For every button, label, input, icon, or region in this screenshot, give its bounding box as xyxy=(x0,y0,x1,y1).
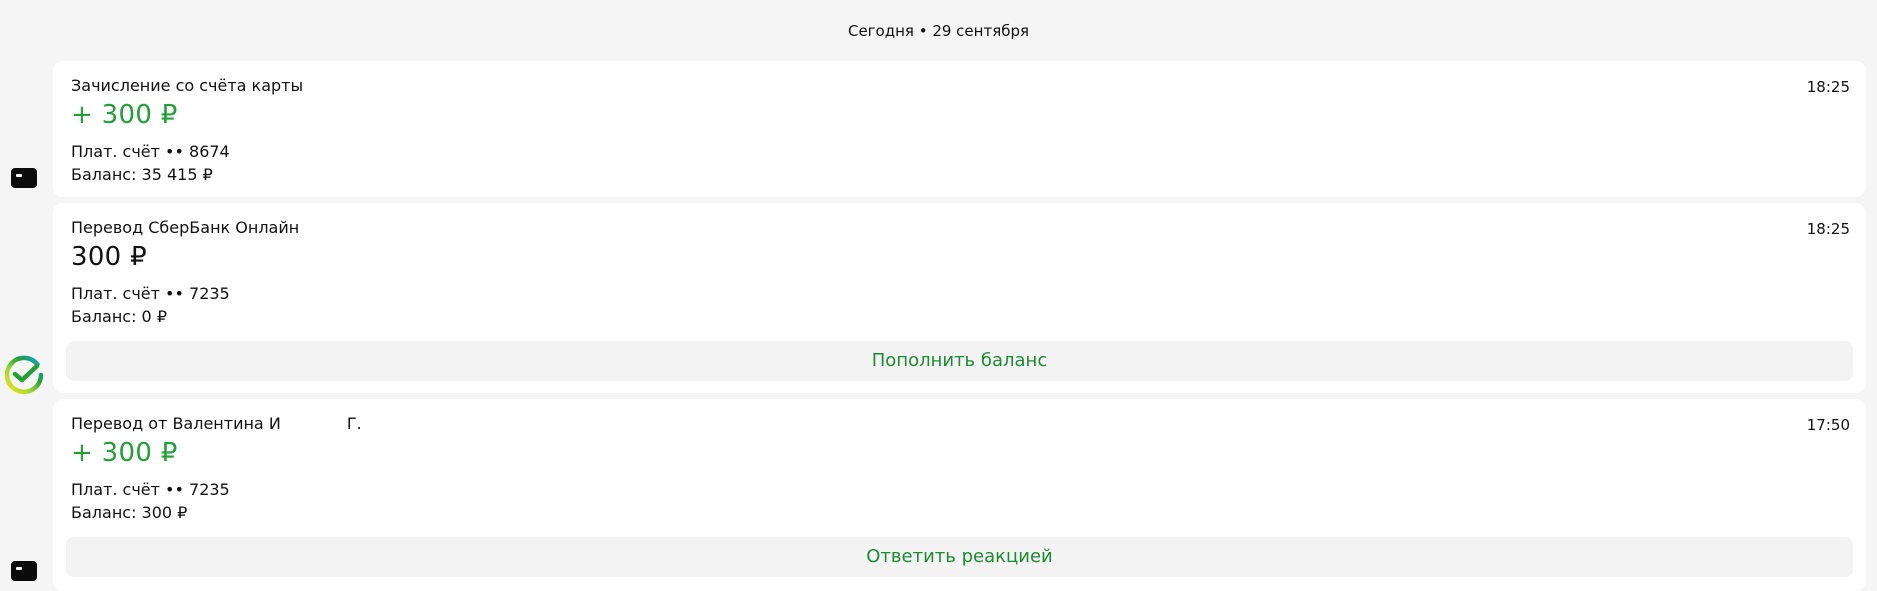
operation-card[interactable]: Перевод СберБанк Онлайн 18:25 300 ₽ Плат… xyxy=(53,203,1866,393)
operation-amount: + 300 ₽ xyxy=(71,438,178,468)
operation-balance: Баланс: 35 415 ₽ xyxy=(71,165,213,184)
operation-card[interactable]: Перевод от Валентина И Г. 17:50 + 300 ₽ … xyxy=(53,399,1866,591)
date-header: Сегодня • 29 сентября xyxy=(847,22,1030,40)
reply-with-reaction-button[interactable]: Ответить реакцией xyxy=(66,537,1853,577)
operation-balance: Баланс: 0 ₽ xyxy=(71,307,167,326)
operation-time: 18:25 xyxy=(1806,220,1850,238)
operation-account: Плат. счёт •• 7235 xyxy=(71,480,230,499)
operation-title: Зачисление со счёта карты xyxy=(71,76,304,95)
top-up-balance-button[interactable]: Пополнить баланс xyxy=(66,341,1853,381)
bank-card-icon xyxy=(11,561,37,581)
operation-time: 18:25 xyxy=(1806,78,1850,96)
bank-card-icon xyxy=(11,168,37,188)
operation-amount: + 300 ₽ xyxy=(71,100,178,130)
operation-time: 17:50 xyxy=(1806,416,1850,434)
operation-card[interactable]: Зачисление со счёта карты 18:25 + 300 ₽ … xyxy=(53,61,1866,197)
operation-account: Плат. счёт •• 7235 xyxy=(71,284,230,303)
operation-title: Перевод от Валентина И Г. xyxy=(71,414,362,433)
operation-amount: 300 ₽ xyxy=(71,242,147,272)
operation-title: Перевод СберБанк Онлайн xyxy=(71,218,300,237)
operation-balance: Баланс: 300 ₽ xyxy=(71,503,188,522)
sber-logo-icon xyxy=(4,355,44,395)
operation-account: Плат. счёт •• 8674 xyxy=(71,142,230,161)
